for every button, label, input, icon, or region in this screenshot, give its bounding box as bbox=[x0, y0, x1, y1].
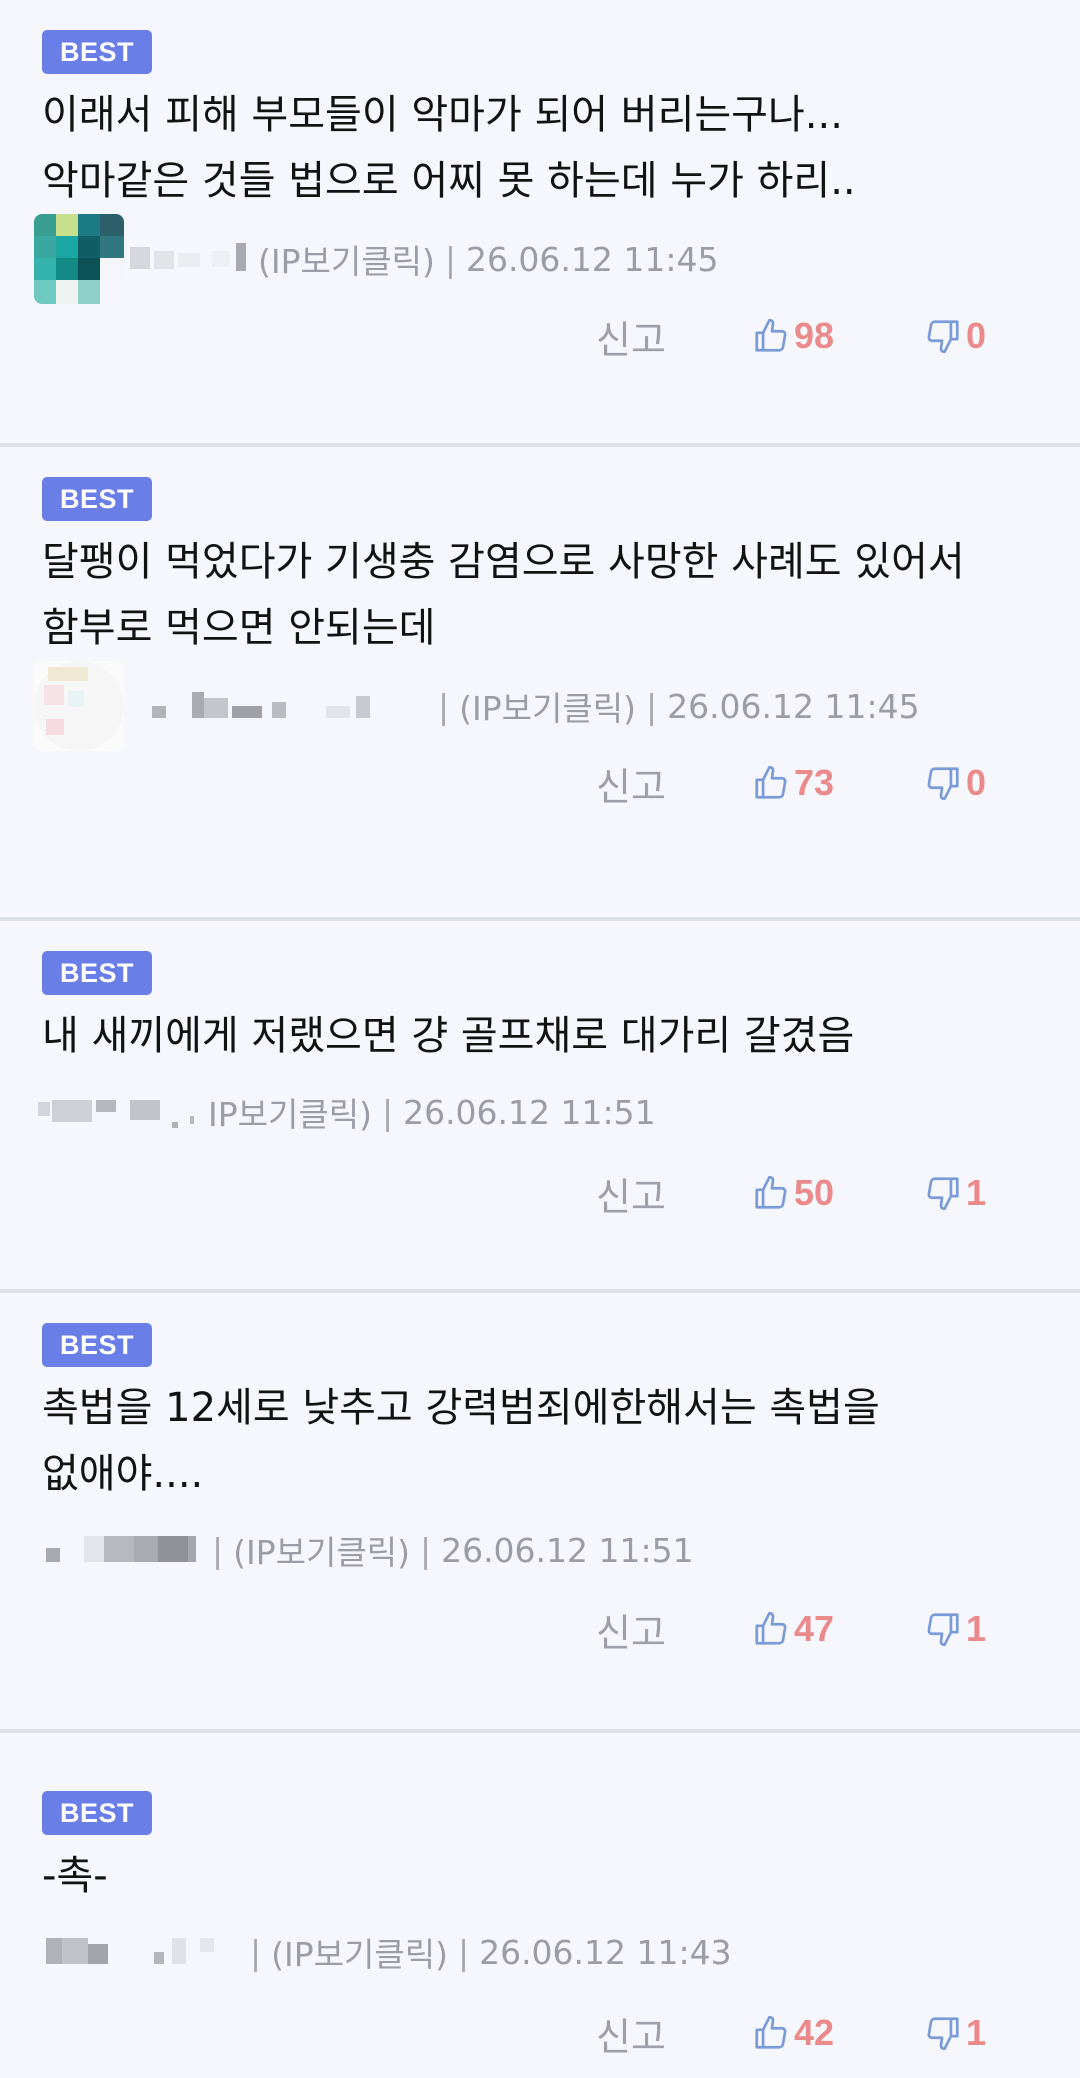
report-button[interactable]: 신고 bbox=[596, 1166, 666, 1221]
dislike-button[interactable]: 0 bbox=[924, 762, 986, 804]
comment-item: BEST -촉- | (IP보기클릭) | 26.06.12 11:43 신고 bbox=[0, 1733, 1080, 2078]
comment-actions: 신고 73 0 bbox=[42, 747, 1040, 819]
dislike-count: 1 bbox=[965, 1608, 986, 1649]
separator: | bbox=[250, 1932, 262, 1972]
blurred-nickname[interactable] bbox=[130, 684, 430, 728]
comment-meta: (IP보기클릭) | 26.06.12 11:45 bbox=[34, 214, 1040, 304]
comment-meta: IP보기클릭) | 26.06.12 11:51 bbox=[38, 1079, 1040, 1145]
report-button[interactable]: 신고 bbox=[596, 756, 666, 811]
comment-item: BEST 이래서 피해 부모들이 악마가 되어 버리는구나... 악마같은 것들… bbox=[0, 0, 1080, 447]
thumbs-up-icon bbox=[755, 1175, 787, 1209]
dislike-button[interactable]: 0 bbox=[924, 315, 986, 357]
separator: | bbox=[419, 1530, 432, 1570]
separator: | bbox=[381, 1092, 394, 1132]
avatar[interactable] bbox=[34, 214, 124, 304]
thumbs-up-icon bbox=[755, 318, 787, 352]
thumbs-down-icon bbox=[927, 2017, 959, 2051]
like-count: 42 bbox=[793, 2012, 835, 2053]
thumbs-up-icon bbox=[755, 765, 787, 799]
timestamp: 26.06.12 11:43 bbox=[479, 1932, 732, 1972]
comment-list: BEST 이래서 피해 부모들이 악마가 되어 버리는구나... 악마같은 것들… bbox=[0, 0, 1080, 2078]
comment-item: BEST 달팽이 먹었다가 기생충 감염으로 사망한 사례도 있어서 함부로 먹… bbox=[0, 447, 1080, 921]
blurred-nickname[interactable] bbox=[46, 1930, 242, 1974]
separator: | bbox=[444, 239, 456, 279]
best-badge: BEST bbox=[42, 477, 153, 521]
dislike-button[interactable]: 1 bbox=[924, 1172, 986, 1214]
separator: | bbox=[457, 1932, 470, 1972]
dislike-count: 0 bbox=[965, 315, 986, 356]
comment-actions: 신고 42 1 bbox=[42, 1997, 1040, 2069]
dislike-button[interactable]: 1 bbox=[924, 1608, 986, 1650]
ip-view-link[interactable]: (IP보기클릭) bbox=[233, 1526, 410, 1574]
best-badge: BEST bbox=[42, 1791, 153, 1835]
comment-text: 촉법을 12세로 낮추고 강력범죄에한해서는 촉법을 없애야.... bbox=[42, 1385, 893, 1497]
ip-view-link[interactable]: IP보기클릭) bbox=[208, 1088, 372, 1136]
dislike-button[interactable]: 1 bbox=[924, 2012, 986, 2054]
like-button[interactable]: 73 bbox=[752, 762, 840, 804]
comment-text: -촉- bbox=[42, 1853, 108, 1899]
comment-text: 이래서 피해 부모들이 악마가 되어 버리는구나... 악마같은 것들 법으로 … bbox=[42, 92, 856, 204]
blurred-nickname[interactable] bbox=[38, 1090, 200, 1134]
best-badge: BEST bbox=[42, 30, 153, 74]
comment-text: 내 새끼에게 저랬으면 걍 골프채로 대가리 갈겼음 bbox=[42, 1013, 855, 1059]
blurred-nickname[interactable] bbox=[46, 1528, 204, 1572]
report-button[interactable]: 신고 bbox=[596, 2006, 666, 2061]
comment-actions: 신고 50 1 bbox=[42, 1157, 1040, 1229]
thumbs-down-icon bbox=[927, 320, 959, 354]
comment-meta: | (IP보기클릭) | 26.06.12 11:43 bbox=[42, 1919, 1040, 1985]
like-button[interactable]: 42 bbox=[752, 2012, 840, 2054]
separator: | bbox=[645, 686, 658, 726]
separator: | bbox=[438, 686, 450, 726]
like-count: 73 bbox=[793, 762, 835, 803]
dislike-count: 1 bbox=[965, 1172, 986, 1213]
separator: | bbox=[212, 1530, 224, 1570]
thumbs-down-icon bbox=[927, 767, 959, 801]
avatar[interactable] bbox=[34, 661, 124, 751]
thumbs-down-icon bbox=[927, 1177, 959, 1211]
dislike-count: 0 bbox=[965, 762, 986, 803]
thumbs-down-icon bbox=[927, 1613, 959, 1647]
comment-actions: 신고 47 1 bbox=[42, 1593, 1040, 1665]
thumbs-up-icon bbox=[755, 2015, 787, 2049]
comment-meta: | (IP보기클릭) | 26.06.12 11:51 bbox=[42, 1517, 1040, 1583]
ip-view-link[interactable]: (IP보기클릭) bbox=[271, 1928, 448, 1976]
like-count: 98 bbox=[793, 315, 835, 356]
comment-actions: 신고 98 0 bbox=[42, 300, 1040, 372]
comment-meta: | (IP보기클릭) | 26.06.12 11:45 bbox=[34, 661, 1040, 751]
comment-text: 달팽이 먹었다가 기생충 감염으로 사망한 사례도 있어서 함부로 먹으면 안되… bbox=[42, 539, 978, 651]
timestamp: 26.06.12 11:51 bbox=[441, 1530, 694, 1570]
like-button[interactable]: 47 bbox=[752, 1608, 840, 1650]
blurred-nickname[interactable] bbox=[130, 237, 250, 281]
timestamp: 26.06.12 11:45 bbox=[465, 239, 719, 279]
ip-view-link[interactable]: (IP보기클릭) bbox=[258, 235, 435, 283]
like-button[interactable]: 98 bbox=[752, 315, 840, 357]
comment-item: BEST 촉법을 12세로 낮추고 강력범죄에한해서는 촉법을 없애야.... … bbox=[0, 1293, 1080, 1733]
report-button[interactable]: 신고 bbox=[596, 1602, 666, 1657]
timestamp: 26.06.12 11:51 bbox=[403, 1092, 656, 1132]
like-button[interactable]: 50 bbox=[752, 1172, 840, 1214]
report-button[interactable]: 신고 bbox=[596, 309, 666, 364]
best-badge: BEST bbox=[42, 1323, 153, 1367]
like-count: 50 bbox=[793, 1172, 835, 1213]
timestamp: 26.06.12 11:45 bbox=[667, 686, 920, 726]
comment-item: BEST 내 새끼에게 저랬으면 걍 골프채로 대가리 갈겼음 IP보기클릭) … bbox=[0, 921, 1080, 1293]
best-badge: BEST bbox=[42, 951, 153, 995]
like-count: 47 bbox=[793, 1608, 835, 1649]
ip-view-link[interactable]: (IP보기클릭) bbox=[459, 682, 636, 730]
thumbs-up-icon bbox=[755, 1611, 787, 1645]
dislike-count: 1 bbox=[965, 2012, 986, 2053]
